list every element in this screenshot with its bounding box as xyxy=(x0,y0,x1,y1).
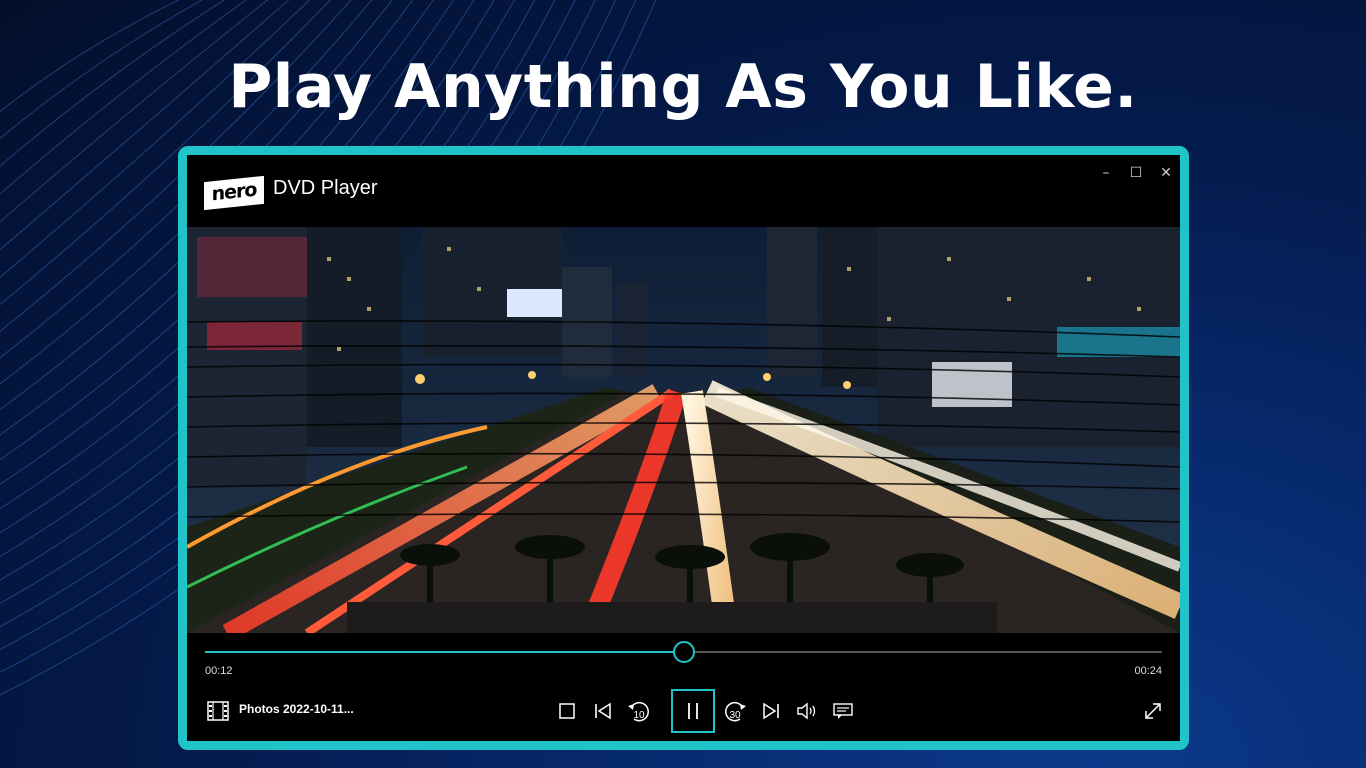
skip-previous-icon xyxy=(595,702,611,720)
fullscreen-icon xyxy=(1145,703,1161,719)
previous-button[interactable] xyxy=(587,695,619,727)
stop-icon xyxy=(559,703,575,719)
app-title: DVD Player xyxy=(273,177,378,199)
seek-bar-progress xyxy=(205,651,684,653)
volume-button[interactable] xyxy=(791,695,823,727)
headline: Play Anything As You Like. xyxy=(228,52,1138,122)
forward-30-icon: 30 xyxy=(725,701,746,722)
pause-button[interactable] xyxy=(671,689,715,733)
city-night-scene xyxy=(187,227,1180,633)
subtitles-button[interactable] xyxy=(827,695,859,727)
rewind-seconds: 10 xyxy=(633,710,645,721)
pause-icon xyxy=(688,703,698,719)
maximize-button[interactable]: ☐ xyxy=(1122,163,1150,183)
rewind-10-button[interactable]: 10 xyxy=(623,695,655,727)
film-icon xyxy=(207,701,229,721)
next-button[interactable] xyxy=(755,695,787,727)
video-frame[interactable] xyxy=(187,227,1180,633)
title-bar: nero DVD Player – ☐ ✕ xyxy=(187,155,1180,227)
seek-thumb[interactable] xyxy=(672,641,695,663)
nero-logo: nero xyxy=(204,175,264,211)
fullscreen-button[interactable] xyxy=(1137,695,1169,727)
close-button[interactable]: ✕ xyxy=(1152,163,1180,183)
volume-icon xyxy=(797,702,816,720)
total-time: 00:24 xyxy=(1134,665,1162,677)
stop-button[interactable] xyxy=(551,695,583,727)
subtitles-icon xyxy=(833,703,853,719)
player-window: nero DVD Player – ☐ ✕ 00:12 00:24 Photos… xyxy=(178,146,1189,750)
skip-next-icon xyxy=(763,702,779,720)
current-time: 00:12 xyxy=(205,665,233,677)
control-bar: 00:12 00:24 Photos 2022-10-11... 10 30 xyxy=(187,633,1180,741)
file-name[interactable]: Photos 2022-10-11... xyxy=(239,702,354,716)
forward-seconds: 30 xyxy=(729,710,741,721)
minimize-button[interactable]: – xyxy=(1092,163,1120,183)
forward-30-button[interactable]: 30 xyxy=(719,695,751,727)
rewind-10-icon: 10 xyxy=(628,701,649,722)
seek-bar[interactable] xyxy=(205,641,1162,663)
